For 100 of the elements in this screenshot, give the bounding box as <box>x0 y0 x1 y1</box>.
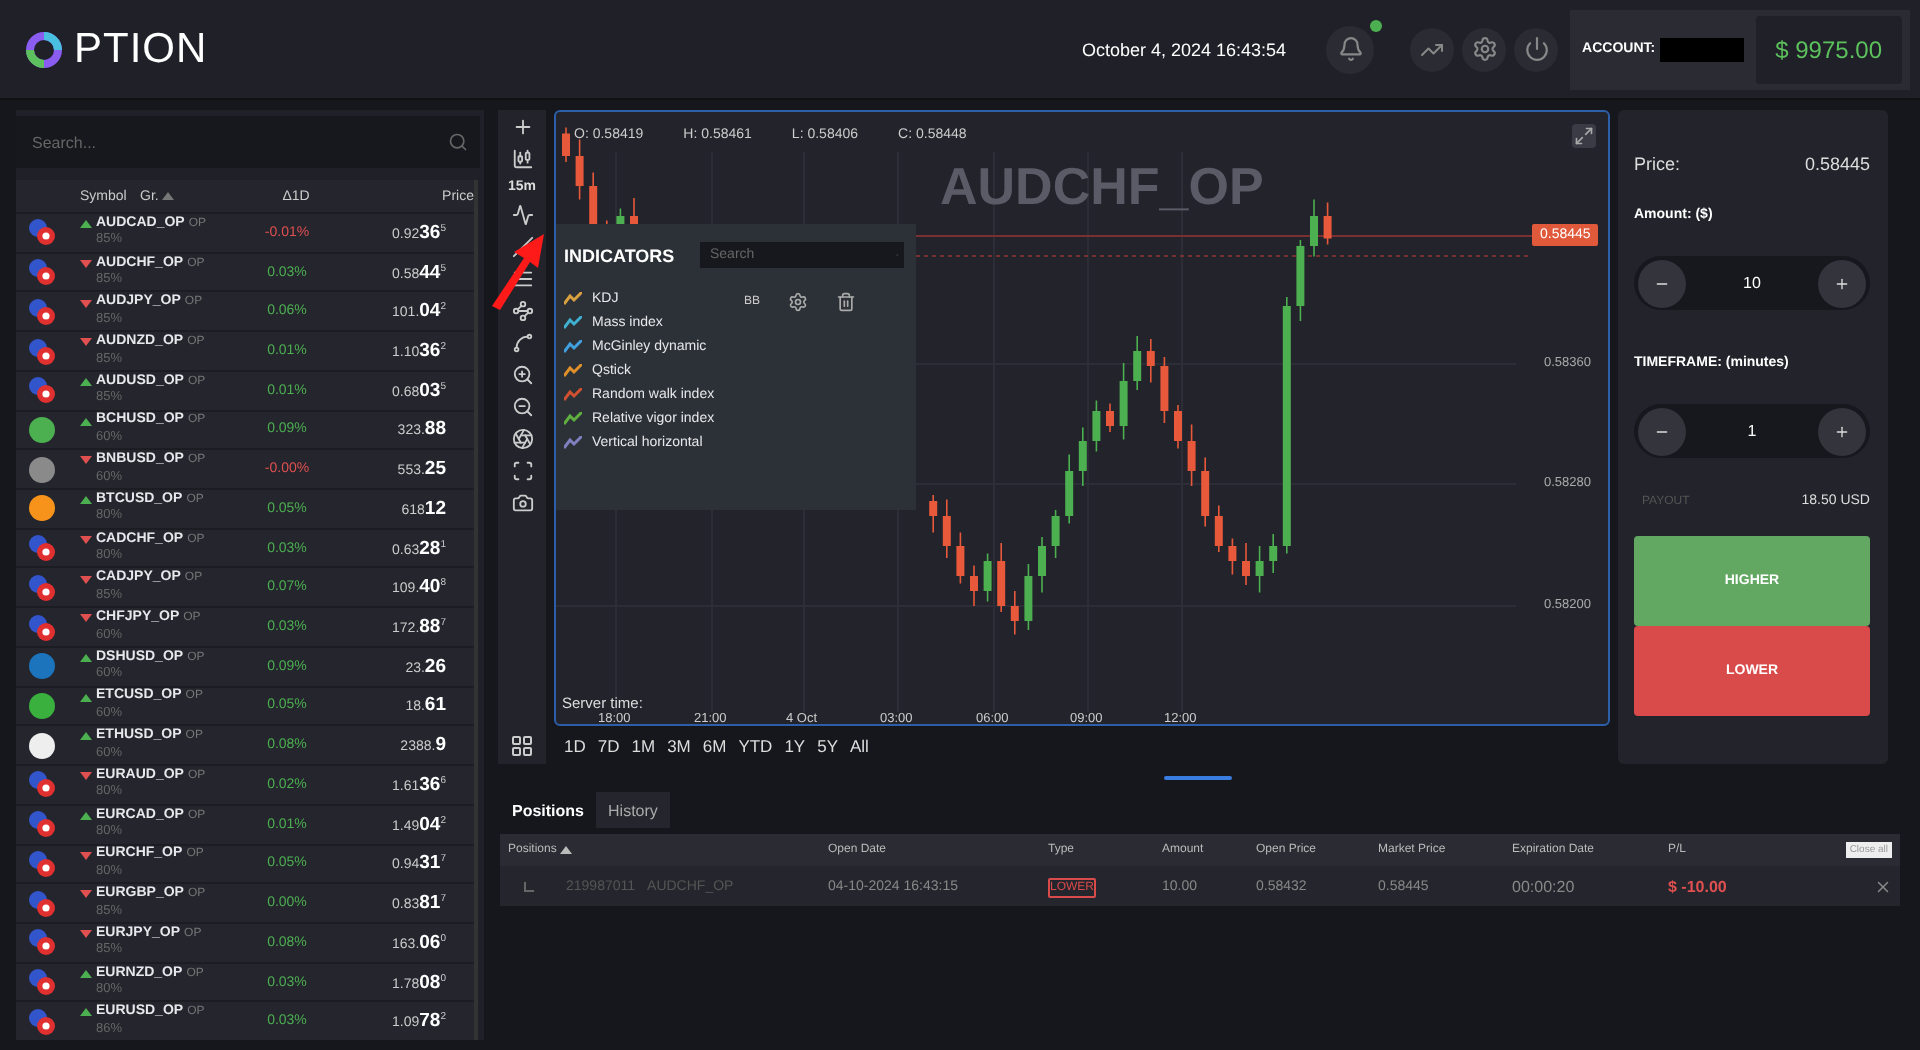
range-button[interactable]: 1Y <box>784 735 806 755</box>
power-button[interactable] <box>1514 27 1559 71</box>
currency-pair-icon <box>28 376 56 405</box>
range-button[interactable]: YTD <box>738 735 773 755</box>
range-button[interactable]: 3M <box>667 735 691 755</box>
candle <box>1065 453 1074 525</box>
candle <box>1214 504 1223 553</box>
bell-icon <box>1337 36 1364 62</box>
amount-value: 10 <box>1743 274 1761 292</box>
candle <box>589 171 598 225</box>
plus-icon <box>1834 275 1850 291</box>
settings-icon[interactable] <box>788 292 809 312</box>
candle <box>1323 201 1332 246</box>
currency-pair-icon <box>28 337 56 366</box>
candle <box>1119 362 1128 441</box>
camera-icon[interactable] <box>511 492 533 514</box>
currency-pair-icon <box>28 849 56 878</box>
candle <box>1255 545 1264 594</box>
balance: $ 9975.00 <box>1755 15 1902 83</box>
candle <box>1010 590 1019 636</box>
currency-pair-icon <box>28 968 56 997</box>
plus-icon <box>1833 423 1850 439</box>
currency-pair-icon <box>28 889 56 918</box>
tree-corner-icon <box>524 881 534 891</box>
candle <box>929 494 938 534</box>
settings-button[interactable] <box>1462 27 1507 71</box>
candle <box>1201 456 1210 528</box>
candle <box>1106 402 1114 433</box>
price-value: 0.58445 <box>1804 154 1870 174</box>
candle <box>1146 338 1155 384</box>
candle <box>1160 356 1169 424</box>
curve-icon[interactable] <box>511 332 533 354</box>
candlestick-icon[interactable] <box>511 148 533 170</box>
search-field[interactable]: Search... <box>16 116 480 168</box>
candle <box>1187 423 1196 487</box>
delete-icon[interactable] <box>836 292 857 312</box>
logo-icon <box>24 29 64 69</box>
expiration: 00:00:20 <box>1512 877 1577 895</box>
currency-pair-icon <box>28 1007 56 1036</box>
currency-pair-icon <box>28 218 56 247</box>
candle <box>956 531 965 585</box>
candle <box>983 552 992 603</box>
range-button[interactable]: 5Y <box>817 735 838 755</box>
range-button[interactable]: 1M <box>631 735 656 755</box>
candle <box>997 542 1006 613</box>
range-button[interactable]: 6M <box>702 735 727 755</box>
candle <box>1269 533 1278 574</box>
plus-icon[interactable] <box>511 116 533 138</box>
candle <box>1092 399 1101 453</box>
candle <box>1310 198 1318 258</box>
candle <box>1038 536 1046 594</box>
expand-icon <box>1574 126 1594 146</box>
candle <box>942 498 951 559</box>
currency-pair-icon <box>28 297 56 326</box>
candle <box>1242 542 1250 586</box>
resize-handle[interactable] <box>1164 776 1232 780</box>
zoom-out-icon[interactable] <box>511 396 533 418</box>
currency-pair-icon <box>28 573 56 602</box>
candle <box>1051 509 1060 559</box>
currency-pair-icon <box>28 534 56 563</box>
price-label: Price: <box>1634 154 1681 174</box>
datetime: October 4, 2024 16:43:54 <box>1081 39 1287 59</box>
indicators-title: INDICATORS <box>564 245 675 265</box>
chart-watermark: AUDCHF_OP <box>940 156 1264 218</box>
logo-text: PTION <box>74 25 208 73</box>
power-icon <box>1523 36 1550 62</box>
currency-pair-icon <box>28 928 56 957</box>
candle <box>1296 239 1305 322</box>
candle <box>1078 426 1087 487</box>
range-button[interactable]: All <box>850 735 869 755</box>
currency-pair-icon <box>28 613 56 642</box>
candle <box>616 207 625 225</box>
search-icon <box>448 132 468 152</box>
candle <box>562 126 570 163</box>
fullscreen-icon[interactable] <box>511 460 533 482</box>
layout-icon[interactable] <box>510 734 534 758</box>
aperture-icon[interactable] <box>511 428 533 450</box>
nodes-icon[interactable] <box>511 300 533 322</box>
candle <box>575 138 584 201</box>
search-input[interactable]: Search... <box>28 131 448 153</box>
wave-icon[interactable] <box>511 204 533 226</box>
chart-button[interactable] <box>1410 27 1455 71</box>
zoom-in-icon[interactable] <box>511 364 533 386</box>
range-button[interactable]: 1D <box>564 735 586 755</box>
timeframe-value: 1 <box>1747 422 1757 440</box>
tab[interactable]: History <box>596 792 670 828</box>
range-button[interactable]: 7D <box>597 735 620 755</box>
candle <box>1174 404 1182 450</box>
tab[interactable]: Positions <box>500 792 597 828</box>
pointer-arrow <box>488 230 548 310</box>
expand-button[interactable] <box>1572 124 1596 148</box>
close-icon[interactable] <box>1874 877 1892 895</box>
currency-pair-icon <box>28 258 56 287</box>
candle <box>1228 537 1237 576</box>
candle <box>1133 335 1142 391</box>
settings-icon <box>1471 36 1498 62</box>
candle <box>630 197 638 225</box>
candle <box>1024 563 1033 631</box>
line-icon[interactable] <box>511 236 533 258</box>
candle <box>970 564 978 607</box>
